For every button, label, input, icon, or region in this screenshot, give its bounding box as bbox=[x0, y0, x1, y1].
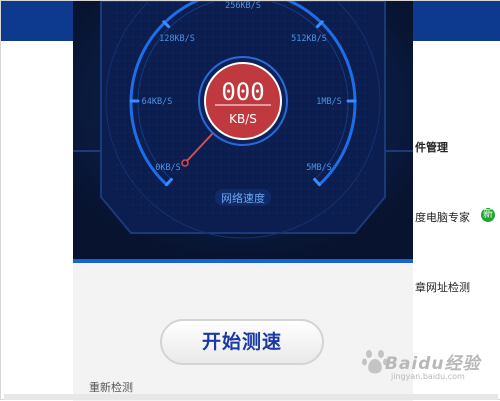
tick-label-1mb: 1MB/S bbox=[316, 97, 342, 107]
baidu-jingyan-watermark: Baidu经验 jingyan.baidu.com bbox=[361, 339, 486, 389]
gauge-needle-pivot bbox=[181, 159, 189, 167]
right-menu-item-manage[interactable]: 件管理 bbox=[415, 139, 448, 155]
speed-unit: KB/S bbox=[229, 112, 257, 126]
network-speed-label: 网络速度 bbox=[221, 191, 265, 205]
gauge-bottom-stripe bbox=[73, 259, 413, 263]
speed-value: 000 bbox=[221, 78, 264, 106]
right-menu-item-expert[interactable]: 度电脑专家 bbox=[415, 209, 470, 225]
tick-label-512kb: 512KB/S bbox=[291, 34, 327, 44]
tick-label-64kb: 64KB/S bbox=[142, 97, 173, 107]
new-badge-icon: 新 bbox=[481, 208, 495, 222]
watermark-sub-text: jingyan.baidu.com bbox=[391, 372, 465, 381]
watermark-main-text: Baidu经验 bbox=[385, 354, 481, 374]
tick-label-0kb: 0KB/S bbox=[155, 163, 181, 173]
recheck-link[interactable]: 重新检测 bbox=[89, 379, 133, 395]
frame-shadow bbox=[4, 394, 498, 400]
screenshot-frame: 件管理 度电脑专家 新 章网址检测 000 KB/S 0KB/S 64KB/S … bbox=[0, 0, 500, 401]
speed-gauge: 000 KB/S 0KB/S 64KB/S 128KB/S 256KB/S 51… bbox=[73, 1, 413, 263]
tick-label-256kb: 256KB/S bbox=[225, 1, 261, 11]
tick-label-5mb: 5MB/S bbox=[306, 163, 332, 173]
start-speed-test-button[interactable]: 开始测速 bbox=[160, 319, 324, 365]
speed-gauge-area: 000 KB/S 0KB/S 64KB/S 128KB/S 256KB/S 51… bbox=[73, 1, 413, 263]
right-menu-item-url-check[interactable]: 章网址检测 bbox=[415, 279, 470, 295]
tick-label-128kb: 128KB/S bbox=[159, 34, 195, 44]
